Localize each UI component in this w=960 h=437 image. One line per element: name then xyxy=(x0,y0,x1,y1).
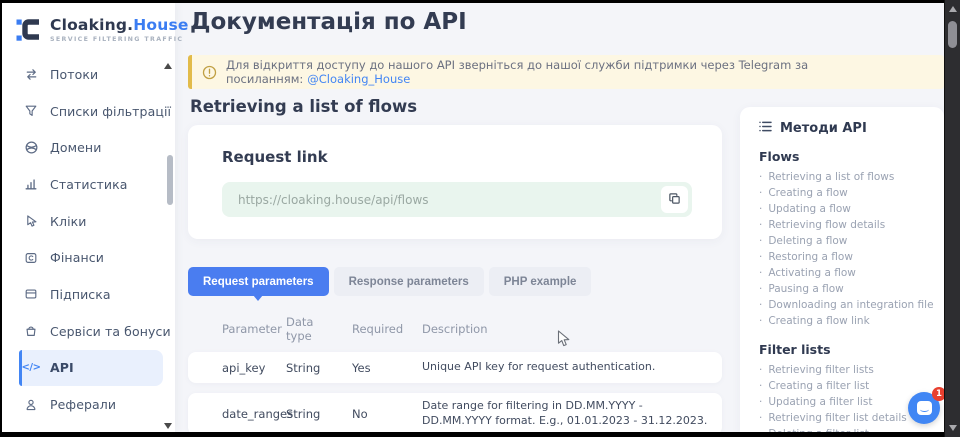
clicks-icon xyxy=(23,213,39,229)
sidebar-item-label: Статистика xyxy=(50,177,128,192)
sidebar-item-label: Реферали xyxy=(50,397,116,412)
tab-php-example[interactable]: PHP example xyxy=(489,267,592,296)
brand-logo[interactable]: Cloaking.House SERVICE FILTERING TRAFFIC xyxy=(2,3,175,47)
sidebar-item-services[interactable]: Сервіси та бонуси xyxy=(2,313,175,350)
tab-request-parameters[interactable]: Request parameters xyxy=(188,267,329,296)
nav-link-restoring-a-flow[interactable]: Restoring a flow xyxy=(759,249,936,265)
nav-link-retrieving-filter-lists[interactable]: Retrieving filter lists xyxy=(759,362,936,378)
brand-name: Cloaking.House xyxy=(50,16,189,34)
cell-description: Unique API key for request authenticatio… xyxy=(422,360,722,375)
cell-data-type: String xyxy=(286,407,352,421)
copy-url-button[interactable] xyxy=(661,186,688,213)
tab-response-parameters[interactable]: Response parameters xyxy=(334,267,484,296)
subscription-icon xyxy=(23,286,39,302)
finance-icon xyxy=(23,250,39,266)
page-scrollbar[interactable] xyxy=(944,0,960,437)
cell-required: Yes xyxy=(352,361,422,375)
sidebar-scroll-up-arrow[interactable] xyxy=(164,63,172,69)
scrollbar-thumb[interactable] xyxy=(948,21,957,48)
filter-lists-icon xyxy=(23,103,39,119)
sidebar-nav: Потоки Списки фільтрації Домени xyxy=(2,56,175,423)
services-icon xyxy=(23,323,39,339)
sidebar-scrollbar-thumb[interactable] xyxy=(167,155,173,205)
chat-unread-badge: 1 xyxy=(932,387,944,401)
cell-parameter: api_key xyxy=(222,361,286,375)
request-url-field[interactable]: https://cloaking.house/api/flows xyxy=(222,182,692,217)
column-header-description: Description xyxy=(422,322,722,336)
brand-logo-icon xyxy=(16,16,42,47)
cell-description: Date range for filtering in DD.MM.YYYY -… xyxy=(422,399,722,429)
sidebar-item-clicks[interactable]: Кліки xyxy=(2,203,175,240)
nav-link-creating-a-flow-link[interactable]: Creating a flow link xyxy=(759,313,936,329)
column-header-parameter: Parameter xyxy=(222,322,286,336)
api-methods-header: Методи API xyxy=(759,121,936,136)
info-icon xyxy=(202,65,217,80)
scrollbar-up-arrow[interactable] xyxy=(949,6,957,12)
nav-link-deleting-a-filter-list[interactable]: Deleting a filter list xyxy=(759,426,936,432)
scrollbar-down-arrow[interactable] xyxy=(949,425,957,431)
api-methods-title: Методи API xyxy=(780,121,867,136)
cell-parameter: date_ranges xyxy=(222,407,286,421)
app-window: Cloaking.House SERVICE FILTERING TRAFFIC… xyxy=(2,3,944,432)
sidebar-item-label: Фінанси xyxy=(50,250,104,265)
nav-link-creating-a-filter-list[interactable]: Creating a filter list xyxy=(759,378,936,394)
sidebar-item-label: Кліки xyxy=(50,214,87,229)
sidebar-item-finance[interactable]: Фінанси xyxy=(2,239,175,276)
sidebar-item-label: Потоки xyxy=(50,67,98,82)
nav-link-activating-a-flow[interactable]: Activating a flow xyxy=(759,265,936,281)
info-banner: Для відкриття доступу до нашого API звер… xyxy=(188,55,944,89)
sidebar-item-label: Сервіси та бонуси xyxy=(50,324,171,339)
sidebar-item-referrals[interactable]: Реферали xyxy=(2,386,175,423)
nav-group-flows: Flows xyxy=(759,149,936,164)
table-row: date_ranges String No Date range for fil… xyxy=(188,393,722,432)
flows-icon xyxy=(23,66,39,82)
telegram-link[interactable]: @Cloaking_House xyxy=(307,72,410,86)
column-header-required: Required xyxy=(352,322,422,336)
statistics-icon xyxy=(23,176,39,192)
domains-icon xyxy=(23,140,39,156)
api-icon: </> xyxy=(23,360,39,376)
request-link-card: Request link https://cloaking.house/api/… xyxy=(188,125,722,239)
cell-data-type: String xyxy=(286,361,352,375)
nav-link-updating-a-flow[interactable]: Updating a flow xyxy=(759,201,936,217)
sidebar-item-subscription[interactable]: Підписка xyxy=(2,276,175,313)
sidebar-item-statistics[interactable]: Статистика xyxy=(2,166,175,203)
nav-link-creating-a-flow[interactable]: Creating a flow xyxy=(759,185,936,201)
page-title: Документація по API xyxy=(190,9,467,35)
sidebar-item-label: Списки фільтрації xyxy=(50,104,171,119)
sidebar-item-label: Домени xyxy=(50,140,101,155)
api-methods-panel: Методи API Flows Retrieving a list of fl… xyxy=(740,107,944,432)
referrals-icon xyxy=(23,397,39,413)
screenshot-root: { "brand": { "name_a": "Cloaking.", "nam… xyxy=(0,0,960,437)
section-title: Retrieving a list of flows xyxy=(190,97,417,116)
banner-text: Для відкриття доступу до нашого API звер… xyxy=(226,58,944,86)
sidebar-item-label: Підписка xyxy=(50,287,111,302)
brand-tagline: SERVICE FILTERING TRAFFIC xyxy=(50,36,189,43)
request-link-title: Request link xyxy=(222,148,692,166)
cell-required: No xyxy=(352,407,422,421)
sidebar-scroll-down-arrow[interactable] xyxy=(164,423,172,429)
chat-icon xyxy=(917,401,932,415)
nav-link-pausing-a-flow[interactable]: Pausing a flow xyxy=(759,281,936,297)
request-url-value: https://cloaking.house/api/flows xyxy=(238,193,661,207)
list-icon xyxy=(759,121,772,136)
parameter-tabs: Request parameters Response parameters P… xyxy=(188,267,591,296)
sidebar: Cloaking.House SERVICE FILTERING TRAFFIC… xyxy=(2,3,175,432)
column-header-data-type: Data type xyxy=(286,315,352,343)
sidebar-item-domains[interactable]: Домени xyxy=(2,129,175,166)
nav-link-downloading-integration-file[interactable]: Downloading an integration file xyxy=(759,297,936,313)
sidebar-item-api[interactable]: </> API xyxy=(19,350,163,387)
table-header-row: Parameter Data type Required Description xyxy=(188,313,722,345)
nav-link-deleting-a-flow[interactable]: Deleting a flow xyxy=(759,233,936,249)
sidebar-item-flows[interactable]: Потоки xyxy=(2,56,175,93)
copy-icon xyxy=(668,192,681,208)
nav-link-retrieving-list-of-flows[interactable]: Retrieving a list of flows xyxy=(759,169,936,185)
nav-group-filter-lists: Filter lists xyxy=(759,342,936,357)
sidebar-item-label: API xyxy=(50,360,74,375)
table-row: api_key String Yes Unique API key for re… xyxy=(188,352,722,383)
nav-link-retrieving-flow-details[interactable]: Retrieving flow details xyxy=(759,217,936,233)
sidebar-item-filter-lists[interactable]: Списки фільтрації xyxy=(2,93,175,130)
